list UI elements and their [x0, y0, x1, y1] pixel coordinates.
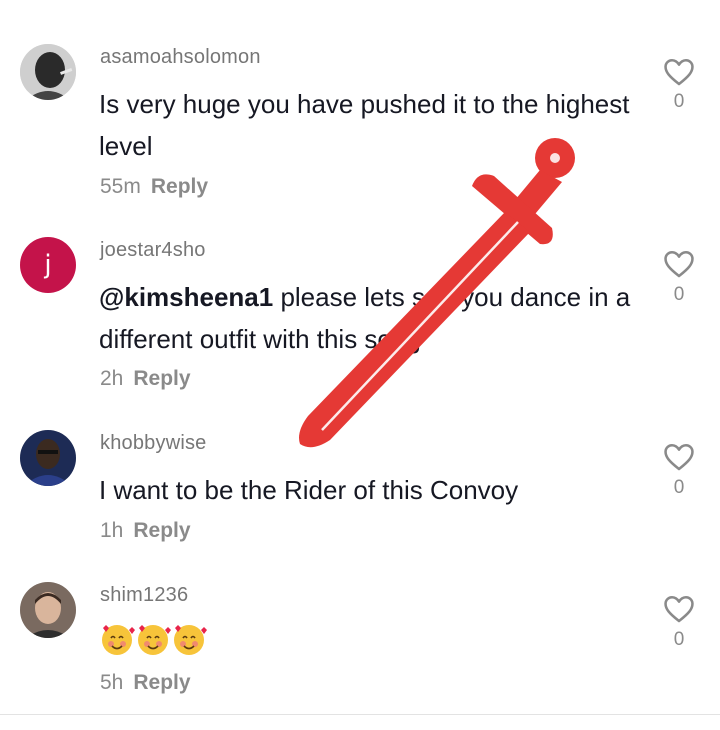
reply-button[interactable]: Reply: [133, 671, 190, 694]
heart-icon[interactable]: [662, 440, 696, 474]
like-count: 0: [673, 477, 685, 498]
comment-meta: 5h Reply: [100, 671, 191, 695]
like-count: 0: [673, 91, 685, 112]
avatar[interactable]: [20, 430, 76, 486]
comment-meta: 1h Reply: [100, 519, 191, 543]
comment-username[interactable]: asamoahsolomon: [100, 46, 261, 69]
reply-button[interactable]: Reply: [133, 519, 190, 542]
comment-text: Is very huge you have pushed it to the h…: [99, 89, 630, 161]
divider: [0, 714, 720, 715]
comment-meta: 55m Reply: [100, 175, 208, 199]
avatar[interactable]: [20, 44, 76, 100]
comment-text: 🥰🥰🥰: [99, 620, 639, 660]
comment-time: 1h: [100, 519, 124, 542]
heart-icon[interactable]: [662, 55, 696, 89]
comment-time: 2h: [100, 367, 124, 390]
avatar[interactable]: j: [20, 237, 76, 293]
heart-icon[interactable]: [662, 247, 696, 281]
comment-username[interactable]: joestar4sho: [100, 239, 206, 262]
like-count: 0: [673, 629, 685, 650]
comment-text: @kimsheena1 please lets see you dance in…: [99, 276, 639, 360]
comment-text: I want to be the Rider of this Convoy: [99, 475, 519, 505]
reply-button[interactable]: Reply: [133, 367, 190, 390]
reply-button[interactable]: Reply: [151, 175, 208, 198]
comment-username[interactable]: shim1236: [100, 584, 188, 607]
like-count: 0: [673, 284, 685, 305]
comment-username[interactable]: khobbywise: [100, 432, 207, 455]
comment-time: 55m: [100, 175, 141, 198]
avatar-letter: j: [44, 250, 52, 280]
heart-icon[interactable]: [662, 592, 696, 626]
comment-meta: 2h Reply: [100, 367, 191, 391]
smiling-face-with-hearts-icon: [102, 625, 207, 655]
avatar[interactable]: [20, 582, 76, 638]
comment-time: 5h: [100, 671, 124, 694]
mention-link[interactable]: @kimsheena1: [99, 282, 273, 312]
